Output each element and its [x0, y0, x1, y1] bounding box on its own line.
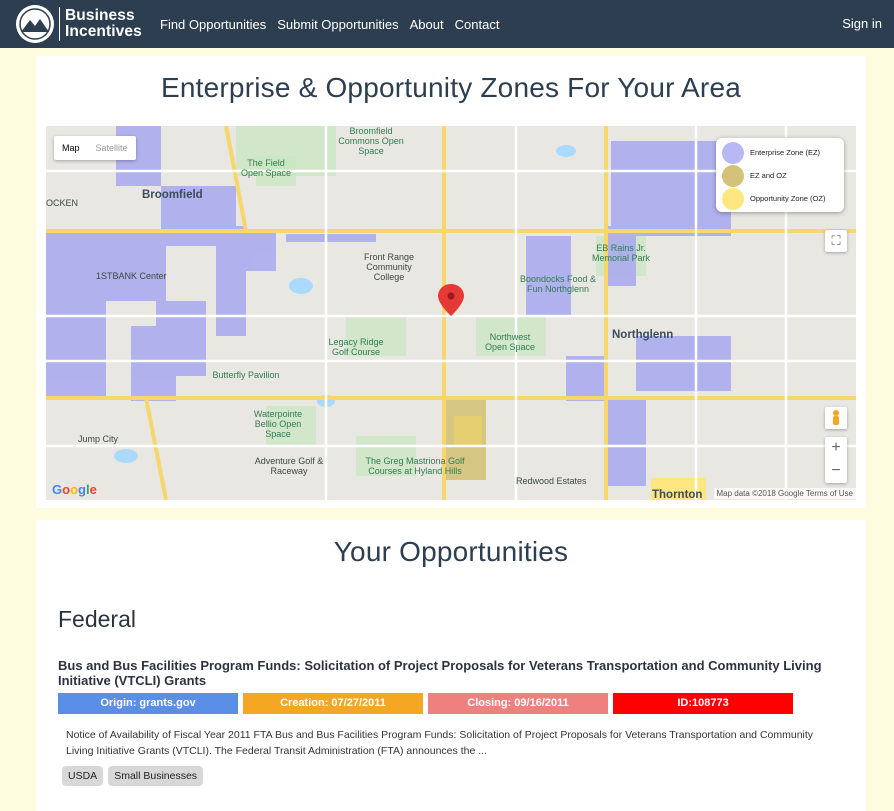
map-type-map-button[interactable]: Map [54, 136, 88, 160]
logo-text: Business Incentives [65, 7, 142, 40]
tag-small-businesses[interactable]: Small Businesses [108, 766, 204, 786]
business-incentives-logo[interactable]: Business Incentives [16, 4, 156, 44]
map-type-control: Map Satellite [54, 136, 136, 160]
nav-submit-opportunities[interactable]: Submit Opportunities [277, 17, 398, 32]
fullscreen-icon[interactable]: ⛶ [825, 230, 847, 252]
legend-swatch-oz [722, 187, 744, 210]
map-label-ocken: OCKEN [46, 198, 79, 208]
top-navbar: Business Incentives Find Opportunities S… [0, 0, 894, 48]
tag-usda[interactable]: USDA [62, 766, 104, 786]
legend-swatch-ez-oz [722, 164, 744, 187]
map-label-jump-city: Jump City [78, 434, 119, 444]
zones-map-card: Enterprise & Opportunity Zones For Your … [36, 56, 866, 508]
opportunities-card: Your Opportunities Federal Bus and Bus F… [36, 520, 866, 811]
zoom-in-button[interactable]: + [825, 437, 847, 460]
legend-swatch-ez [722, 141, 744, 164]
nav-links: Find Opportunities Submit Opportunities … [160, 0, 510, 48]
map-label-waterpointe: Waterpointe Bellio Open Space [253, 409, 303, 439]
mountain-logo-icon [16, 5, 54, 43]
id-badge: ID:108773 [613, 693, 793, 714]
map-label-thornton: Thornton [652, 489, 703, 500]
legend-item-oz: Opportunity Zone (OZ) [722, 187, 838, 210]
opportunity-badges: Origin: grants.gov Creation: 07/27/2011 … [58, 693, 798, 714]
nav-find-opportunities[interactable]: Find Opportunities [160, 17, 266, 32]
nav-contact[interactable]: Contact [455, 17, 500, 32]
map-label-boondocks: Boondocks Food & Fun Northglenn [519, 274, 597, 294]
map-label-firstbank: 1STBANK Center [96, 271, 167, 281]
map-label-northglenn: Northglenn [612, 329, 674, 341]
map-label-the-field: The Field Open Space [240, 158, 292, 178]
map-label-redwood-estates: Redwood Estates [516, 476, 587, 486]
opportunities-title: Your Opportunities [333, 536, 569, 567]
map-label-broomfield: Broomfield [142, 189, 203, 201]
map-label-broomfield-commons: Broomfield Commons Open Space [338, 126, 404, 156]
map-section-title: Enterprise & Opportunity Zones For Your … [161, 72, 741, 103]
map-attribution[interactable]: Map data ©2018 Google Terms of Use [713, 488, 856, 499]
map-label-legacy-ridge: Legacy Ridge Golf Course [328, 337, 384, 357]
google-logo: Google [52, 482, 97, 497]
opportunity-description: Notice of Availability of Fiscal Year 20… [66, 729, 814, 757]
zoom-out-button[interactable]: − [825, 460, 847, 483]
legend-item-ez-oz: EZ and OZ [722, 164, 838, 187]
closing-badge: Closing: 09/16/2011 [428, 693, 608, 714]
creation-badge: Creation: 07/27/2011 [243, 693, 423, 714]
nav-about[interactable]: About [410, 17, 444, 32]
opportunity-title[interactable]: Bus and Bus Facilities Program Funds: So… [58, 658, 848, 688]
zoom-control: + − [825, 437, 847, 483]
map-label-front-range: Front Range Community College [363, 252, 415, 282]
sign-in-link[interactable]: Sign in [842, 16, 882, 31]
map-label-butterfly-pavilion: Butterfly Pavilion [212, 370, 280, 380]
legend-item-ez: Enterprise Zone (EZ) [722, 141, 838, 164]
map-label-greg-mastriona: The Greg Mastriona Golf Courses at Hylan… [365, 456, 465, 476]
zone-legend: Enterprise Zone (EZ) EZ and OZ Opportuni… [716, 138, 844, 212]
map-type-satellite-button[interactable]: Satellite [88, 136, 136, 160]
zones-map[interactable]: Broomfield Northglenn Thornton Front Ran… [46, 126, 856, 500]
map-label-eb-rains: EB Rains Jr. Memorial Park [591, 243, 650, 263]
origin-badge: Origin: grants.gov [58, 693, 238, 714]
map-label-adventure-golf: Adventure Golf & Raceway [254, 456, 324, 476]
category-heading: Federal [58, 606, 136, 632]
pegman-icon[interactable] [825, 407, 847, 429]
map-label-northwest-open-space: Northwest Open Space [484, 332, 536, 352]
opportunity-tags: USDA Small Businesses [62, 766, 208, 786]
